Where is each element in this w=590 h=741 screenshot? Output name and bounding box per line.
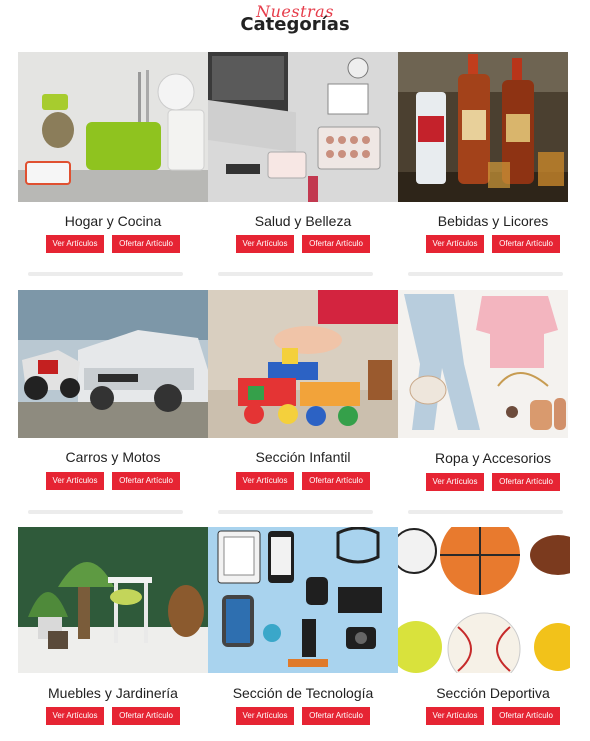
card-divider — [408, 510, 563, 514]
category-title: Salud y Belleza — [254, 213, 352, 229]
offer-item-button[interactable]: Ofertar Artículo — [112, 235, 180, 253]
category-image-infantil[interactable] — [208, 290, 398, 438]
category-title: Hogar y Cocina — [64, 213, 162, 229]
offer-item-button[interactable]: Ofertar Artículo — [492, 473, 560, 491]
offer-item-button[interactable]: Ofertar Artículo — [112, 707, 180, 725]
view-items-button[interactable]: Ver Artículos — [236, 235, 294, 253]
category-image-ropa[interactable] — [398, 290, 588, 438]
category-card-salud: Salud y Belleza Ver Artículos Ofertar Ar… — [208, 52, 398, 282]
category-card-infantil: Sección Infantil Ver Artículos Ofertar A… — [208, 290, 398, 520]
category-card-ropa: Ropa y Accesorios Ver Artículos Ofertar … — [398, 290, 588, 520]
card-divider — [408, 272, 563, 276]
offer-item-button[interactable]: Ofertar Artículo — [492, 235, 560, 253]
category-title: Muebles y Jardinería — [48, 685, 178, 701]
offer-item-button[interactable]: Ofertar Artículo — [302, 235, 370, 253]
page-title: Categorías — [240, 14, 350, 35]
category-image-tecnologia[interactable] — [208, 527, 398, 673]
category-title: Sección Infantil — [255, 449, 351, 465]
category-image-hogar[interactable] — [18, 52, 208, 202]
category-card-tecnologia: Sección de Tecnología Ver Artículos Ofer… — [208, 527, 398, 741]
view-items-button[interactable]: Ver Artículos — [46, 707, 104, 725]
category-image-deportiva[interactable] — [398, 527, 588, 673]
category-image-bebidas[interactable] — [398, 52, 588, 202]
category-title: Sección Deportiva — [436, 685, 550, 701]
view-items-button[interactable]: Ver Artículos — [236, 472, 294, 490]
category-card-deportiva: Sección Deportiva Ver Artículos Ofertar … — [398, 527, 588, 741]
category-title: Bebidas y Licores — [437, 213, 549, 229]
category-image-salud[interactable] — [208, 52, 398, 202]
offer-item-button[interactable]: Ofertar Artículo — [302, 707, 370, 725]
category-title: Ropa y Accesorios — [435, 450, 551, 466]
view-items-button[interactable]: Ver Artículos — [236, 707, 294, 725]
category-card-muebles: Muebles y Jardinería Ver Artículos Ofert… — [18, 527, 208, 741]
category-card-bebidas: Bebidas y Licores Ver Artículos Ofertar … — [398, 52, 588, 282]
category-title: Carros y Motos — [65, 449, 161, 465]
offer-item-button[interactable]: Ofertar Artículo — [302, 472, 370, 490]
category-image-carros[interactable] — [18, 290, 208, 438]
category-card-hogar: Hogar y Cocina Ver Artículos Ofertar Art… — [18, 52, 208, 282]
view-items-button[interactable]: Ver Artículos — [426, 473, 484, 491]
view-items-button[interactable]: Ver Artículos — [426, 235, 484, 253]
view-items-button[interactable]: Ver Artículos — [46, 235, 104, 253]
card-divider — [28, 510, 183, 514]
offer-item-button[interactable]: Ofertar Artículo — [492, 707, 560, 725]
category-image-muebles[interactable] — [18, 527, 208, 673]
card-divider — [218, 510, 373, 514]
section-header: Nuestras Categorías — [0, 0, 590, 44]
card-divider — [218, 272, 373, 276]
category-card-carros: Carros y Motos Ver Artículos Ofertar Art… — [18, 290, 208, 520]
category-title: Sección de Tecnología — [232, 685, 374, 701]
offer-item-button[interactable]: Ofertar Artículo — [112, 472, 180, 490]
view-items-button[interactable]: Ver Artículos — [46, 472, 104, 490]
card-divider — [28, 272, 183, 276]
view-items-button[interactable]: Ver Artículos — [426, 707, 484, 725]
